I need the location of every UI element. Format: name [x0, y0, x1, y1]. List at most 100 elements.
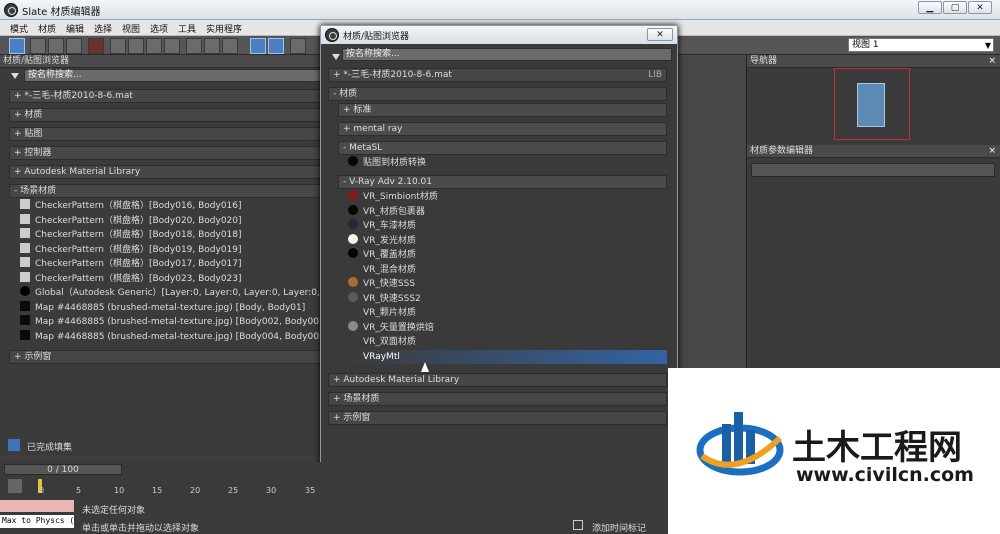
- hide-unused-icon[interactable]: [128, 38, 144, 54]
- list-item[interactable]: VR_覆盖材质: [348, 248, 667, 263]
- material-id-icon[interactable]: [222, 38, 238, 54]
- list-item[interactable]: Map #4468885 (brushed-metal-texture.jpg)…: [20, 300, 332, 316]
- material-ball-icon: [348, 291, 358, 302]
- list-item-selected[interactable]: VRayMtl: [348, 349, 667, 364]
- list-item[interactable]: CheckerPattern（棋盘格）[Body018, Body018]: [20, 228, 332, 243]
- script-listener-pink[interactable]: [0, 500, 74, 512]
- nav-toggle-icon[interactable]: [250, 38, 266, 54]
- list-item[interactable]: Map #4468885 (brushed-metal-texture.jpg)…: [20, 315, 332, 330]
- eyedropper-icon[interactable]: [30, 38, 46, 54]
- list-item[interactable]: CheckerPattern（棋盘格）[Body019, Body019]: [20, 242, 332, 258]
- rollout-label: 材质: [24, 110, 43, 120]
- rollout-standard[interactable]: + 标准: [338, 103, 667, 117]
- browser-search-input[interactable]: 按名称搜索...: [24, 69, 332, 82]
- dialog-rollout-scene-materials[interactable]: + 场景材质: [328, 392, 667, 406]
- close-icon[interactable]: ×: [988, 145, 996, 157]
- list-item[interactable]: VR_快速SSS: [348, 277, 667, 292]
- delete-icon[interactable]: [88, 38, 104, 54]
- dialog-rollout-autodesk-library[interactable]: + Autodesk Material Library: [328, 373, 667, 387]
- script-listener-input[interactable]: Max to Physcs (: [0, 515, 74, 528]
- list-item[interactable]: CheckerPattern（棋盘格）[Body016, Body016]: [20, 199, 332, 214]
- param-editor-panel: 材质参数编辑器 ×: [746, 145, 1000, 368]
- watermark-area: 土木工程网 www.civilcn.com: [668, 368, 1000, 534]
- options-triangle-icon[interactable]: [332, 54, 340, 60]
- time-slider[interactable]: 0 / 100: [4, 464, 122, 475]
- tick-label: 0: [39, 486, 45, 495]
- list-item[interactable]: VR_发光材质: [348, 233, 667, 249]
- menu-tools[interactable]: 工具: [178, 22, 196, 35]
- maximize-button[interactable]: ▢: [943, 1, 967, 14]
- close-button[interactable]: ✕: [968, 1, 992, 14]
- list-item-label: 贴图到材质转换: [363, 158, 427, 168]
- rollout-maps[interactable]: + 贴图: [9, 127, 331, 141]
- menu-material[interactable]: 材质: [38, 22, 56, 35]
- rollout-mental-ray[interactable]: + mental ray: [338, 122, 667, 136]
- dialog-rollout-sample-slots[interactable]: + 示例窗: [328, 411, 667, 425]
- param-editor-field[interactable]: [751, 163, 995, 177]
- options-triangle-icon[interactable]: [11, 73, 19, 79]
- move-children-icon[interactable]: [110, 38, 126, 54]
- layout-icon[interactable]: [186, 38, 202, 54]
- browser-panel: 材质/贴图浏览器 按名称搜索... + *-三毛-材质2010-8-6.mat …: [0, 55, 334, 455]
- rollout-materials[interactable]: + 材质: [9, 108, 331, 122]
- assign-material-icon[interactable]: [48, 38, 64, 54]
- navigator-view-rect[interactable]: [857, 83, 885, 127]
- list-item[interactable]: Global（Autodesk Generic）[Layer:0, Layer:…: [20, 286, 332, 301]
- add-time-tag[interactable]: 添加时间标记: [592, 521, 646, 534]
- menu-utilities[interactable]: 实用程序: [206, 22, 242, 35]
- rollout-sample-slots[interactable]: + 示例窗: [9, 350, 331, 364]
- list-item-label: VR_覆盖材质: [363, 250, 416, 260]
- reset-icon[interactable]: [66, 38, 82, 54]
- show-map-icon[interactable]: [146, 38, 162, 54]
- list-item[interactable]: CheckerPattern（棋盘格）[Body017, Body017]: [20, 257, 332, 272]
- dialog-library-file[interactable]: + *-三毛-材质2010-8-6.mat LIB: [328, 68, 667, 82]
- rollout-autodesk-library[interactable]: + Autodesk Material Library: [9, 165, 331, 179]
- list-item[interactable]: VR_材质包裹器: [348, 204, 667, 220]
- rollout-vray[interactable]: - V-Ray Adv 2.10.01: [338, 175, 667, 189]
- list-item-label: VR_车漆材质: [363, 221, 416, 231]
- background-icon[interactable]: [164, 38, 180, 54]
- minimize-button[interactable]: ▁: [918, 1, 942, 14]
- window-title-bar: Slate 材质编辑器 ▁ ▢ ✕: [0, 0, 1000, 20]
- layout-children-icon[interactable]: [204, 38, 220, 54]
- close-icon[interactable]: ×: [988, 55, 996, 67]
- checker-swatch-icon: [20, 257, 30, 267]
- dialog-search-input[interactable]: 按名称搜索...: [342, 48, 672, 61]
- menu-select[interactable]: 选择: [94, 22, 112, 35]
- list-item[interactable]: VR_颗片材质: [348, 306, 667, 321]
- list-item[interactable]: CheckerPattern（棋盘格）[Body020, Body020]: [20, 213, 332, 229]
- menu-options[interactable]: 选项: [150, 22, 168, 35]
- key-filter-icon[interactable]: [8, 479, 22, 493]
- checker-swatch-icon: [20, 199, 30, 209]
- status-icon: [8, 439, 20, 451]
- list-item[interactable]: CheckerPattern（棋盘格）[Body023, Body023]: [20, 271, 332, 287]
- rollout-metasl[interactable]: - MetaSL: [338, 141, 667, 155]
- dialog-rollout-materials[interactable]: - 材质: [328, 87, 667, 101]
- tick-label: 30: [266, 486, 277, 495]
- browser-panel-title: 材质/贴图浏览器: [0, 55, 334, 68]
- param-toggle-icon[interactable]: [268, 38, 284, 54]
- rollout-library-file[interactable]: + *-三毛-材质2010-8-6.mat: [9, 89, 331, 103]
- list-item[interactable]: VR_双面材质: [348, 335, 667, 350]
- list-item[interactable]: VR_快速SSS2: [348, 291, 667, 307]
- list-item[interactable]: VR_车漆材质: [348, 219, 667, 234]
- rollout-scene-materials[interactable]: - 场景材质: [9, 184, 331, 198]
- menu-view[interactable]: 视图: [122, 22, 140, 35]
- material-ball-icon: [348, 204, 358, 215]
- list-item[interactable]: VR_矢量置换烘焙: [348, 320, 667, 336]
- menu-edit[interactable]: 编辑: [66, 22, 84, 35]
- menu-mode[interactable]: 模式: [10, 22, 28, 35]
- list-item[interactable]: VR_Simbiont材质: [348, 190, 667, 205]
- rollout-controllers[interactable]: + 控制器: [9, 146, 331, 160]
- list-item[interactable]: 贴图到材质转换: [348, 156, 666, 171]
- view-selector[interactable]: 视图 1 ▼: [848, 38, 994, 52]
- list-item-label: VR_Simbiont材质: [363, 192, 438, 202]
- watermark-logo-icon: [696, 412, 784, 476]
- list-item[interactable]: VR_混合材质: [348, 263, 667, 278]
- time-tag-icon[interactable]: [573, 520, 583, 530]
- select-tool-icon[interactable]: [9, 38, 25, 54]
- dialog-close-button[interactable]: ✕: [647, 28, 673, 41]
- tick-label: 15: [152, 486, 163, 495]
- options-gear-icon[interactable]: [290, 38, 306, 54]
- list-item[interactable]: Map #4468885 (brushed-metal-texture.jpg)…: [20, 329, 332, 345]
